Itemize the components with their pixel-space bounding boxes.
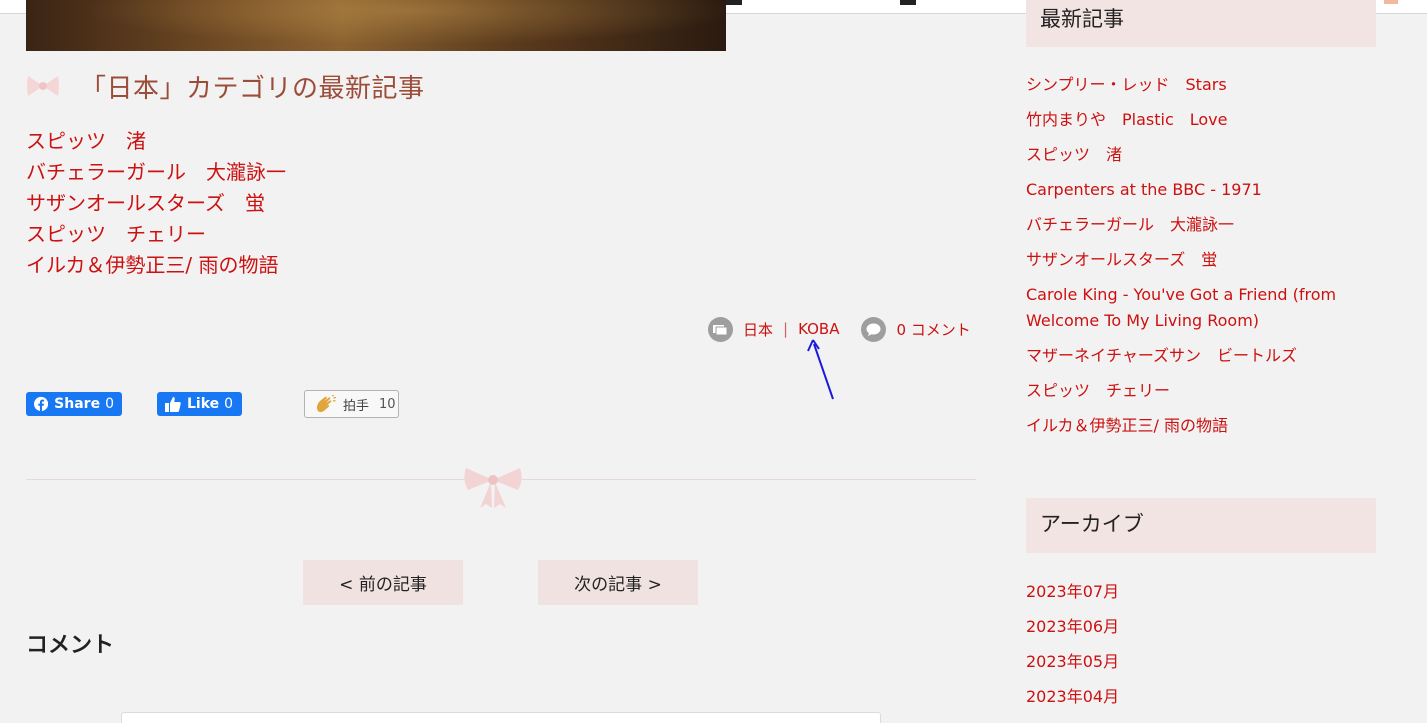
list-item: スピッツ 渚 bbox=[1026, 142, 1356, 168]
list-item: スピッツ チェリー bbox=[26, 219, 286, 250]
category-heading-title: 「日本」カテゴリの最新記事 bbox=[80, 73, 425, 104]
list-item: 2023年04月 bbox=[1026, 684, 1356, 710]
list-item: 2023年05月 bbox=[1026, 649, 1356, 675]
list-item: シンプリー・レッド Stars bbox=[1026, 72, 1356, 98]
like-count: 0 bbox=[224, 396, 234, 412]
article-header-image bbox=[26, 0, 726, 51]
category-link[interactable]: 日本 bbox=[743, 319, 773, 340]
list-item: バチェラーガール 大瀧詠一 bbox=[26, 157, 286, 188]
list-item: スピッツ チェリー bbox=[1026, 378, 1356, 404]
sidebar-archive-title: アーカイブ bbox=[1040, 512, 1144, 536]
facebook-icon bbox=[34, 396, 49, 412]
article-link[interactable]: サザンオールスターズ 蛍 bbox=[26, 191, 265, 215]
comment-input[interactable] bbox=[121, 712, 881, 723]
thumbs-up-icon bbox=[165, 396, 181, 412]
list-item: バチェラーガール 大瀧詠一 bbox=[1026, 212, 1356, 238]
extension-icon-fragment bbox=[1384, 0, 1398, 4]
like-label: Like bbox=[187, 396, 220, 412]
sidebar-article-link[interactable]: スピッツ 渚 bbox=[1026, 145, 1122, 164]
sidebar-recent-list: シンプリー・レッド Stars 竹内まりや Plastic Love スピッツ … bbox=[1026, 72, 1356, 448]
sidebar-article-link[interactable]: バチェラーガール 大瀧詠一 bbox=[1026, 215, 1234, 234]
list-item: Carpenters at the BBC - 1971 bbox=[1026, 177, 1356, 203]
category-heading: 「日本」カテゴリの最新記事 bbox=[26, 66, 425, 106]
clapping-hands-icon bbox=[316, 395, 337, 413]
sidebar-article-link[interactable]: 竹内まりや Plastic Love bbox=[1026, 110, 1228, 129]
toolbar-icon-fragment bbox=[726, 0, 742, 5]
list-item: Carole King - You've Got a Friend (from … bbox=[1026, 282, 1356, 334]
sidebar-article-link[interactable]: Carpenters at the BBC - 1971 bbox=[1026, 180, 1262, 199]
list-item: イルカ＆伊勢正三/ 雨の物語 bbox=[1026, 413, 1356, 439]
list-item: 竹内まりや Plastic Love bbox=[1026, 107, 1356, 133]
clap-button[interactable]: 拍手 10 bbox=[304, 390, 399, 418]
article-link[interactable]: スピッツ 渚 bbox=[26, 129, 146, 153]
sidebar-recent-heading: 最新記事 bbox=[1026, 0, 1376, 47]
toolbar-icon-fragment bbox=[900, 0, 916, 5]
archive-link[interactable]: 2023年04月 bbox=[1026, 687, 1119, 706]
sidebar-archive-list: 2023年07月 2023年06月 2023年05月 2023年04月 bbox=[1026, 579, 1356, 719]
sidebar-article-link[interactable]: Carole King - You've Got a Friend (from … bbox=[1026, 285, 1336, 330]
annotation-arrow-icon bbox=[807, 339, 834, 400]
list-item: サザンオールスターズ 蛍 bbox=[1026, 247, 1356, 273]
archive-link[interactable]: 2023年05月 bbox=[1026, 652, 1119, 671]
meta-separator: | bbox=[783, 320, 789, 338]
sidebar-article-link[interactable]: シンプリー・レッド Stars bbox=[1026, 75, 1227, 94]
list-item: スピッツ 渚 bbox=[26, 126, 286, 157]
list-item: サザンオールスターズ 蛍 bbox=[26, 188, 286, 219]
list-item: マザーネイチャーズサン ビートルズ bbox=[1026, 343, 1356, 369]
clap-count: 10 bbox=[379, 396, 396, 412]
speech-bubble-icon bbox=[861, 316, 887, 342]
sidebar-article-link[interactable]: スピッツ チェリー bbox=[1026, 381, 1170, 400]
category-article-list: スピッツ 渚 バチェラーガール 大瀧詠一 サザンオールスターズ 蛍 スピッツ チ… bbox=[26, 126, 286, 281]
article-link[interactable]: バチェラーガール 大瀧詠一 bbox=[26, 160, 286, 184]
sidebar-archive-heading: アーカイブ bbox=[1026, 498, 1376, 553]
facebook-like-button[interactable]: Like 0 bbox=[157, 392, 242, 416]
sidebar-article-link[interactable]: イルカ＆伊勢正三/ 雨の物語 bbox=[1026, 416, 1228, 435]
prev-article-button[interactable]: < 前の記事 bbox=[303, 560, 463, 605]
share-label: Share bbox=[54, 396, 101, 412]
clap-label: 拍手 bbox=[343, 398, 370, 414]
ribbon-bow-icon bbox=[464, 468, 522, 508]
archive-link[interactable]: 2023年07月 bbox=[1026, 582, 1119, 601]
folder-icon bbox=[708, 316, 733, 342]
list-item: 2023年06月 bbox=[1026, 614, 1356, 640]
comments-heading: コメント bbox=[26, 633, 115, 658]
comments-link[interactable]: 0 コメント bbox=[896, 319, 970, 340]
facebook-share-button[interactable]: Share 0 bbox=[26, 392, 122, 416]
share-count: 0 bbox=[105, 396, 114, 412]
article-link[interactable]: イルカ＆伊勢正三/ 雨の物語 bbox=[26, 253, 279, 277]
next-article-button[interactable]: 次の記事 > bbox=[538, 560, 698, 605]
archive-link[interactable]: 2023年06月 bbox=[1026, 617, 1119, 636]
sidebar-article-link[interactable]: サザンオールスターズ 蛍 bbox=[1026, 250, 1217, 269]
article-link[interactable]: スピッツ チェリー bbox=[26, 222, 206, 246]
ribbon-bow-icon bbox=[27, 76, 59, 96]
sidebar-recent-title: 最新記事 bbox=[1040, 7, 1124, 31]
list-item: 2023年07月 bbox=[1026, 579, 1356, 605]
sidebar-article-link[interactable]: マザーネイチャーズサン ビートルズ bbox=[1026, 346, 1297, 365]
list-item: イルカ＆伊勢正三/ 雨の物語 bbox=[26, 250, 286, 281]
